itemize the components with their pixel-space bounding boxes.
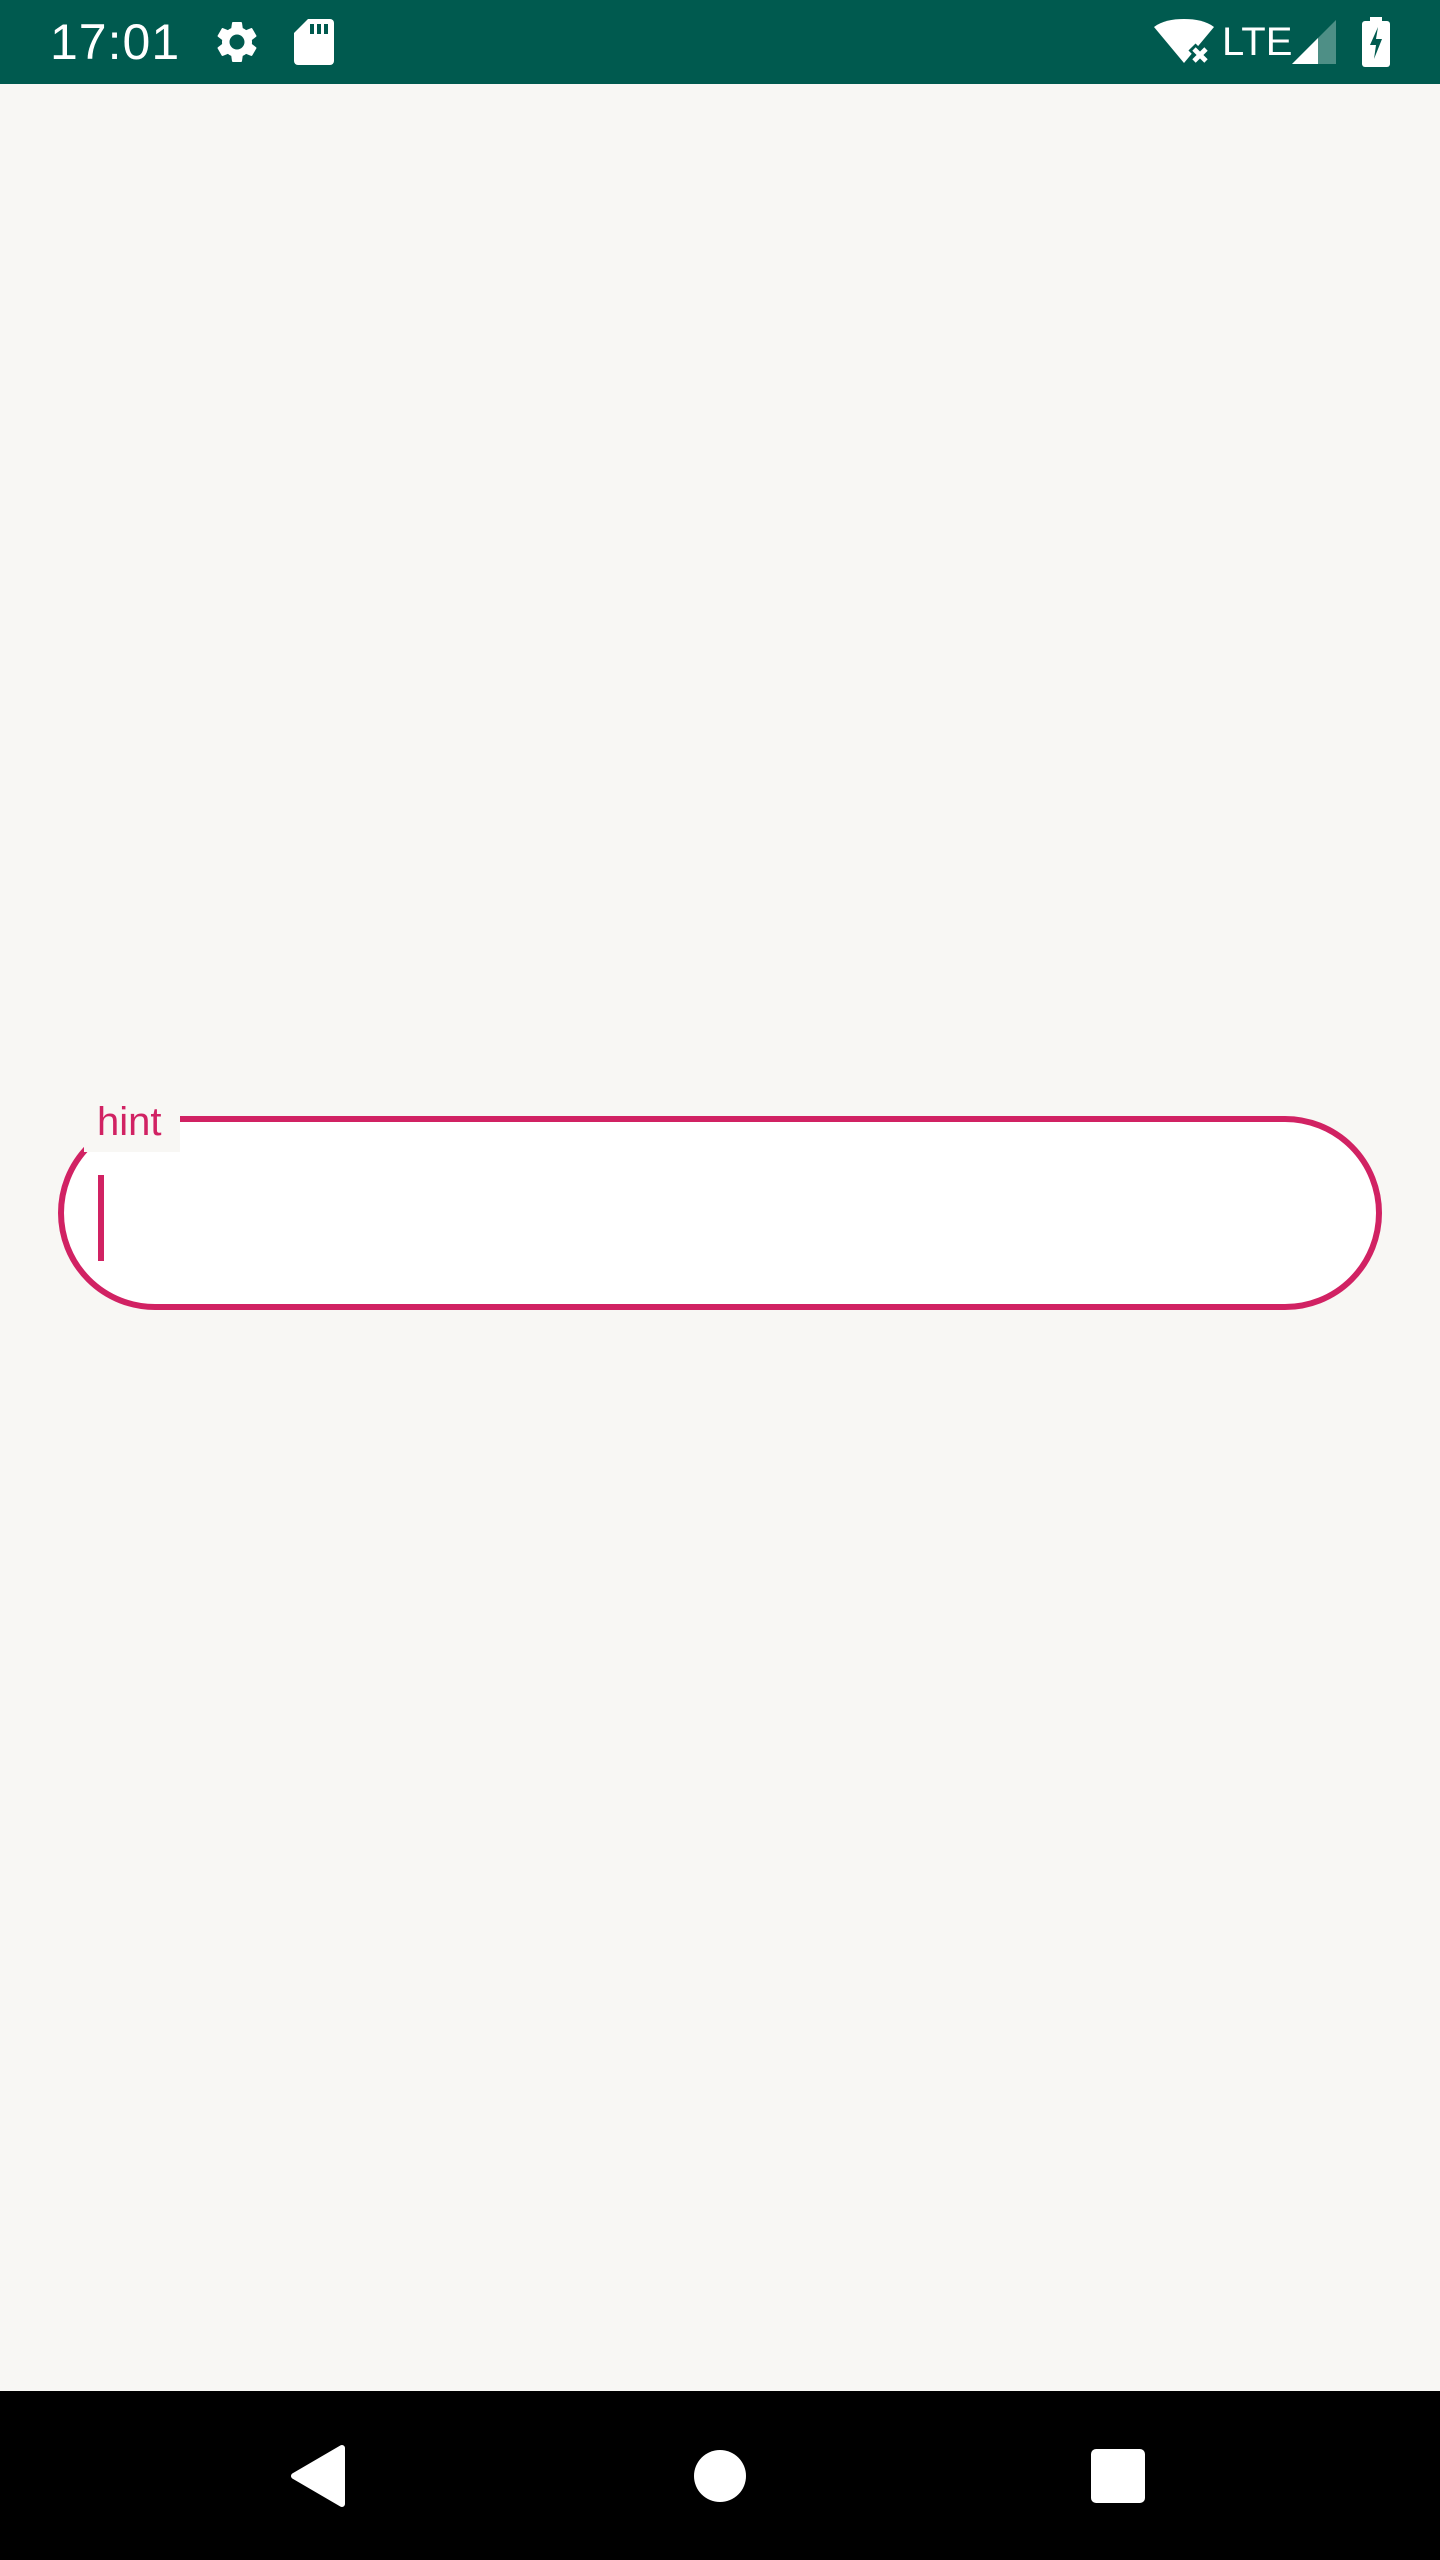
recents-icon	[1091, 2448, 1145, 2503]
network-type-label: LTE	[1222, 20, 1293, 64]
text-field-hint: hint	[97, 1100, 162, 1144]
status-bar: 17:01 LTE	[0, 0, 1440, 84]
battery-charging-icon	[1362, 0, 1390, 84]
home-button[interactable]	[620, 2391, 820, 2560]
back-button[interactable]	[218, 2391, 418, 2560]
signal-icon	[1292, 0, 1336, 84]
status-time: 17:01	[50, 14, 181, 70]
sd-card-icon	[294, 0, 334, 84]
settings-icon	[212, 0, 262, 84]
wifi-off-icon	[1154, 0, 1214, 84]
navigation-bar	[0, 2391, 1440, 2560]
home-icon	[694, 2449, 746, 2502]
recents-button[interactable]	[1018, 2391, 1218, 2560]
back-icon	[291, 2444, 345, 2507]
text-cursor	[98, 1175, 104, 1261]
text-input[interactable]	[110, 1170, 1310, 1256]
